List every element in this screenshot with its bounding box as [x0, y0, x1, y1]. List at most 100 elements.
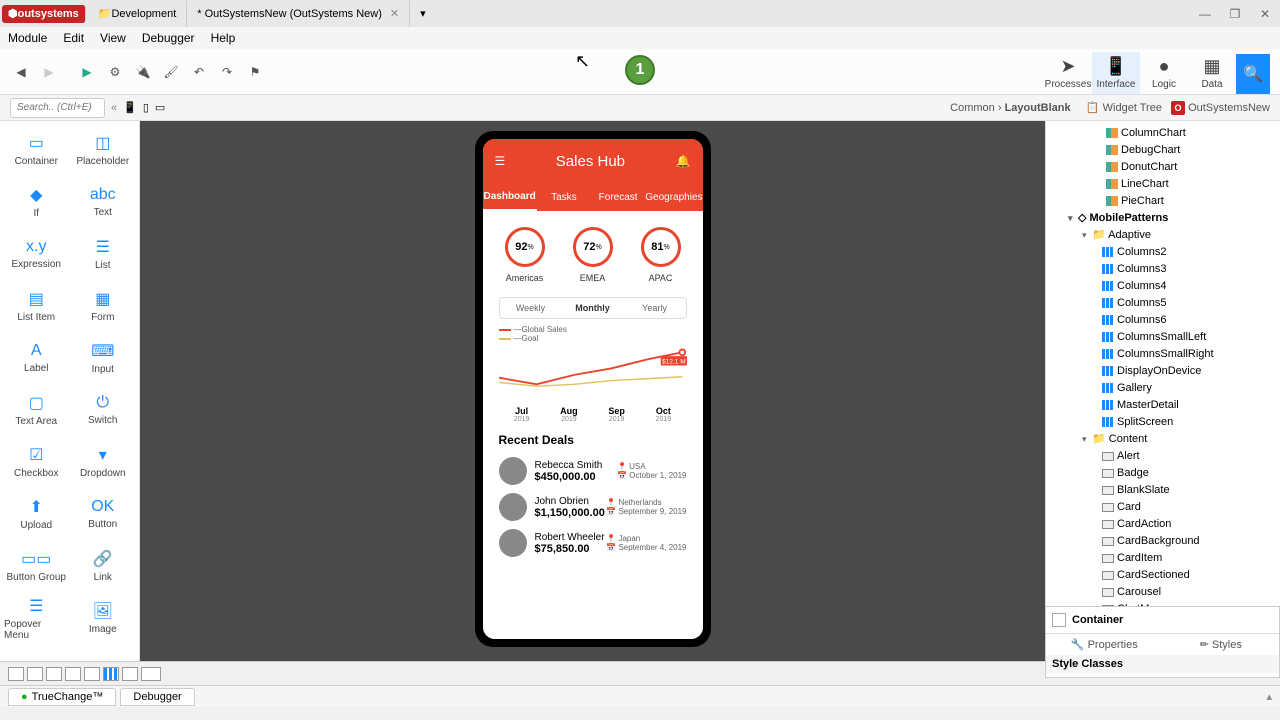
widget-button[interactable]: OKButton [71, 489, 136, 539]
device-tablet-icon[interactable]: ▯ [143, 101, 149, 114]
period-yearly[interactable]: Yearly [624, 298, 686, 318]
period-monthly[interactable]: Monthly [562, 298, 624, 318]
tree-columns4[interactable]: Columns4 [1046, 278, 1280, 295]
device-desktop-icon[interactable]: ▭ [155, 101, 165, 114]
tree-columns3[interactable]: Columns3 [1046, 261, 1280, 278]
brush-icon[interactable]: 🖌 [160, 61, 182, 83]
notification-badge[interactable]: 1 [625, 55, 655, 85]
tree-card[interactable]: Card [1046, 499, 1280, 516]
deal-row[interactable]: John Obrien$1,150,000.00 📍 Netherlands📅 … [491, 489, 695, 525]
hamburger-icon[interactable]: ☰ [495, 154, 506, 168]
close-icon[interactable]: ✕ [390, 7, 399, 20]
search-button[interactable]: 🔍 [1236, 54, 1270, 94]
gear-icon[interactable]: ⚙ [104, 61, 126, 83]
widget-checkbox[interactable]: ☑Checkbox [4, 437, 69, 487]
bell-icon[interactable]: 🔔 [676, 154, 691, 168]
tree-content[interactable]: ▾📁 Content [1046, 431, 1280, 448]
tree-columns2[interactable]: Columns2 [1046, 244, 1280, 261]
widget-if[interactable]: ◆If [4, 177, 69, 227]
redo-button[interactable]: ↷ [216, 61, 238, 83]
widget-popover-menu[interactable]: ☰Popover Menu [4, 593, 69, 643]
widget-button-group[interactable]: ▭▭Button Group [4, 541, 69, 591]
widget-list[interactable]: ☰List [71, 229, 136, 279]
tree-piechart[interactable]: PieChart [1046, 193, 1280, 210]
widget-text[interactable]: abcText [71, 177, 136, 227]
size-preset[interactable] [27, 667, 43, 681]
tree-blankslate[interactable]: BlankSlate [1046, 482, 1280, 499]
menu-help[interactable]: Help [211, 31, 236, 45]
tree-alert[interactable]: Alert [1046, 448, 1280, 465]
tab-outsystemsnew[interactable]: * OutSystemsNew (OutSystems New)✕ [187, 1, 410, 27]
widget-form[interactable]: ▦Form [71, 281, 136, 331]
tree-donutchart[interactable]: DonutChart [1046, 159, 1280, 176]
tab-dropdown[interactable]: ▾ [410, 1, 436, 27]
nav-interface[interactable]: 📱Interface [1092, 52, 1140, 94]
tree-masterdetail[interactable]: MasterDetail [1046, 397, 1280, 414]
tree-cardbackground[interactable]: CardBackground [1046, 533, 1280, 550]
widget-container[interactable]: ▭Container [4, 125, 69, 175]
widget-link[interactable]: 🔗Link [71, 541, 136, 591]
widget-label[interactable]: ALabel [4, 333, 69, 383]
close-button[interactable]: ✕ [1250, 7, 1280, 21]
widget-placeholder[interactable]: ◫Placeholder [71, 125, 136, 175]
tab-dashboard[interactable]: Dashboard [483, 183, 537, 211]
run-button[interactable]: ▶ [76, 61, 98, 83]
size-preset[interactable] [46, 667, 62, 681]
tree-panel[interactable]: ColumnChartDebugChartDonutChartLineChart… [1045, 121, 1280, 661]
tree-columnssmallright[interactable]: ColumnsSmallRight [1046, 346, 1280, 363]
tree-splitscreen[interactable]: SplitScreen [1046, 414, 1280, 431]
menu-edit[interactable]: Edit [63, 31, 84, 45]
size-preset[interactable] [84, 667, 100, 681]
plug-icon[interactable]: 🔌 [132, 61, 154, 83]
widget-image[interactable]: 🖼Image [71, 593, 136, 643]
menu-view[interactable]: View [100, 31, 126, 45]
tab-properties[interactable]: 🔧 Properties [1046, 634, 1163, 655]
tree-columnchart[interactable]: ColumnChart [1046, 125, 1280, 142]
widget-switch[interactable]: ⏻Switch [71, 385, 136, 435]
tree-gallery[interactable]: Gallery [1046, 380, 1280, 397]
nav-processes[interactable]: ➤Processes [1044, 52, 1092, 94]
tab-tasks[interactable]: Tasks [537, 183, 591, 211]
debugger-tab[interactable]: Debugger [120, 688, 194, 706]
size-preset[interactable] [122, 667, 138, 681]
canvas[interactable]: ☰ Sales Hub 🔔 Dashboard Tasks Forecast G… [140, 121, 1045, 661]
tab-development[interactable]: 📁 Development [88, 1, 188, 27]
tree-mobilepatterns[interactable]: ▾◇ MobilePatterns [1046, 210, 1280, 227]
tab-styles[interactable]: ✏ Styles [1163, 634, 1280, 655]
menu-module[interactable]: Module [8, 31, 47, 45]
deal-row[interactable]: Rebecca Smith$450,000.00 📍 USA📅 October … [491, 453, 695, 489]
widget-upload[interactable]: ⬆Upload [4, 489, 69, 539]
tree-cardaction[interactable]: CardAction [1046, 516, 1280, 533]
truechange-tab[interactable]: ●TrueChange™ [8, 688, 116, 706]
maximize-button[interactable]: ❐ [1220, 7, 1250, 21]
tree-columnssmallleft[interactable]: ColumnsSmallLeft [1046, 329, 1280, 346]
widget-list-item[interactable]: ▤List Item [4, 281, 69, 331]
expand-icon[interactable]: ▴ [1266, 690, 1272, 703]
undo-button[interactable]: ↶ [188, 61, 210, 83]
size-preset[interactable] [8, 667, 24, 681]
widget-expression[interactable]: x.yExpression [4, 229, 69, 279]
tree-columns5[interactable]: Columns5 [1046, 295, 1280, 312]
tree-linechart[interactable]: LineChart [1046, 176, 1280, 193]
widget-input[interactable]: ⌨Input [71, 333, 136, 383]
tree-carditem[interactable]: CardItem [1046, 550, 1280, 567]
forward-button[interactable]: ▶ [38, 61, 60, 83]
flag-icon[interactable]: ⚑ [244, 61, 266, 83]
size-preset[interactable] [103, 667, 119, 681]
deal-row[interactable]: Robert Wheeler$75,850.00 📍 Japan📅 Septem… [491, 525, 695, 561]
device-phone-icon[interactable]: 📱 [123, 101, 137, 114]
widget-text-area[interactable]: ▢Text Area [4, 385, 69, 435]
tree-debugchart[interactable]: DebugChart [1046, 142, 1280, 159]
collapse-icon[interactable]: « [111, 102, 117, 114]
search-input[interactable] [10, 98, 105, 118]
menu-debugger[interactable]: Debugger [142, 31, 195, 45]
widget-dropdown[interactable]: ▾Dropdown [71, 437, 136, 487]
tab-forecast[interactable]: Forecast [591, 183, 645, 211]
tree-adaptive[interactable]: ▾📁 Adaptive [1046, 227, 1280, 244]
size-preset[interactable] [65, 667, 81, 681]
tree-cardsectioned[interactable]: CardSectioned [1046, 567, 1280, 584]
back-button[interactable]: ◀ [10, 61, 32, 83]
tree-carousel[interactable]: Carousel [1046, 584, 1280, 601]
tree-columns6[interactable]: Columns6 [1046, 312, 1280, 329]
tab-geographies[interactable]: Geographies [645, 183, 702, 211]
